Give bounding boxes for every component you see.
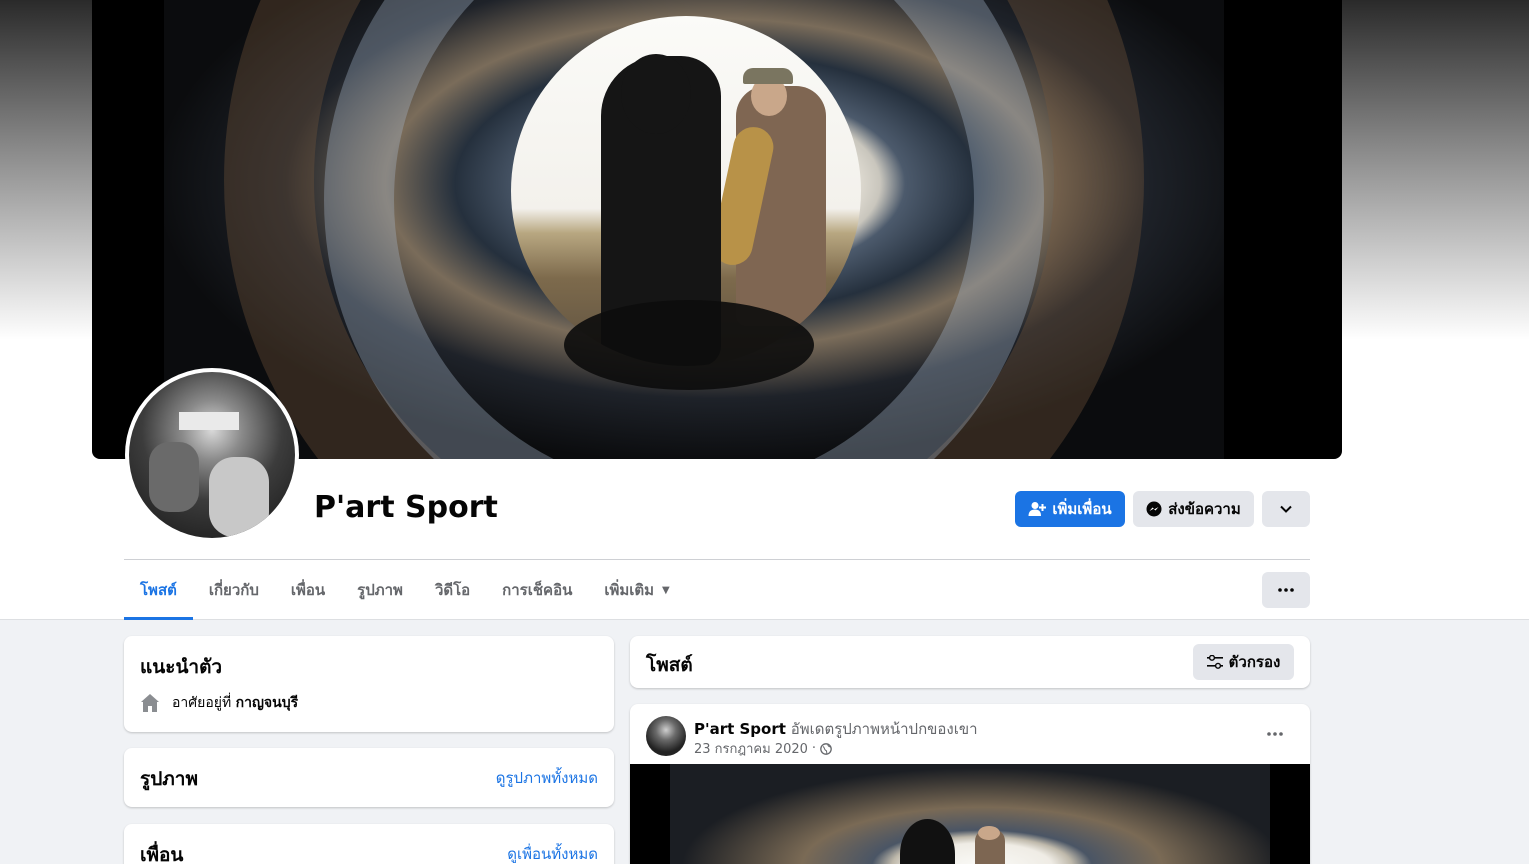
more-horizontal-icon: [1267, 732, 1283, 736]
profile-avatar[interactable]: [125, 368, 299, 542]
more-horizontal-icon: [1278, 588, 1294, 592]
tab-checkins[interactable]: การเช็คอิน: [486, 560, 588, 620]
tab-videos[interactable]: วิดีโอ: [419, 560, 486, 620]
friends-card: เพื่อน ดูเพื่อนทั้งหมด: [124, 824, 614, 864]
photos-card: รูปภาพ ดูรูปภาพทั้งหมด: [124, 748, 614, 807]
photos-title[interactable]: รูปภาพ: [140, 764, 198, 794]
add-friend-icon: [1028, 502, 1047, 516]
home-icon: [141, 694, 159, 712]
intro-title: แนะนำตัว: [140, 656, 223, 678]
profile-avatar-image: [129, 372, 295, 538]
post-card: P'art Sport อัพเดตรูปภาพหน้าปกของเขา 23 …: [630, 704, 1310, 864]
intro-lives-prefix: อาศัยอยู่ที่: [172, 695, 232, 711]
tab-friends[interactable]: เพื่อน: [275, 560, 341, 620]
filter-button[interactable]: ตัวกรอง: [1193, 644, 1294, 680]
tab-posts-label: โพสต์: [140, 581, 177, 599]
tab-checkins-label: การเช็คอิน: [502, 581, 573, 599]
posts-title: โพสต์: [646, 654, 693, 676]
post-action-text: อัพเดตรูปภาพหน้าปกของเขา: [790, 720, 978, 738]
post-image[interactable]: [630, 764, 1310, 864]
friends-title[interactable]: เพื่อน: [140, 840, 183, 864]
filter-icon: [1206, 655, 1223, 669]
tab-videos-label: วิดีโอ: [434, 581, 471, 599]
post-date[interactable]: 23 กรกฎาคม 2020: [694, 738, 808, 759]
cover-photo[interactable]: [92, 0, 1342, 459]
profile-name: P'art Sport: [314, 490, 498, 525]
messenger-icon: [1146, 501, 1162, 517]
message-button[interactable]: ส่งข้อความ: [1133, 491, 1254, 527]
profile-options-button[interactable]: [1262, 491, 1310, 527]
profile-tabs: โพสต์ เกี่ยวกับ เพื่อน รูปภาพ วิดีโอ การ…: [124, 560, 686, 620]
tab-posts[interactable]: โพสต์: [124, 560, 193, 620]
tab-more[interactable]: เพิ่มเติม ▼: [588, 560, 685, 620]
tab-friends-label: เพื่อน: [290, 581, 326, 599]
post-meta: 23 กรกฎาคม 2020 ·: [694, 738, 832, 759]
tabs-more-options-button[interactable]: [1262, 572, 1310, 608]
add-friend-label: เพิ่มเพื่อน: [1052, 500, 1112, 518]
intro-lives-in: อาศัยอยู่ที่ กาญจนบุรี: [140, 692, 298, 714]
tab-more-label: เพิ่มเติม: [604, 581, 655, 599]
see-all-friends-link[interactable]: ดูเพื่อนทั้งหมด: [507, 842, 598, 864]
intro-lives-place[interactable]: กาญจนบุรี: [236, 695, 298, 711]
see-all-photos-link[interactable]: ดูรูปภาพทั้งหมด: [496, 766, 598, 790]
post-author-avatar[interactable]: [646, 716, 686, 756]
cover-photo-image: [164, 0, 1224, 459]
add-friend-button[interactable]: เพิ่มเพื่อน: [1015, 491, 1125, 527]
tab-photos-label: รูปภาพ: [357, 581, 403, 599]
filter-label: ตัวกรอง: [1228, 653, 1281, 671]
tab-about-label: เกี่ยวกับ: [208, 581, 259, 599]
tab-photos[interactable]: รูปภาพ: [341, 560, 419, 620]
globe-icon: [820, 742, 832, 755]
post-meta-separator: ·: [811, 741, 817, 756]
message-label: ส่งข้อความ: [1168, 500, 1241, 518]
tab-about[interactable]: เกี่ยวกับ: [193, 560, 275, 620]
post-options-button[interactable]: [1260, 722, 1290, 746]
caret-down-icon: ▼: [662, 584, 670, 596]
posts-header-card: โพสต์ ตัวกรอง: [630, 636, 1310, 688]
chevron-down-icon: [1280, 505, 1292, 513]
intro-card: แนะนำตัว อาศัยอยู่ที่ กาญจนบุรี: [124, 636, 614, 732]
post-author-name[interactable]: P'art Sport: [694, 720, 786, 738]
